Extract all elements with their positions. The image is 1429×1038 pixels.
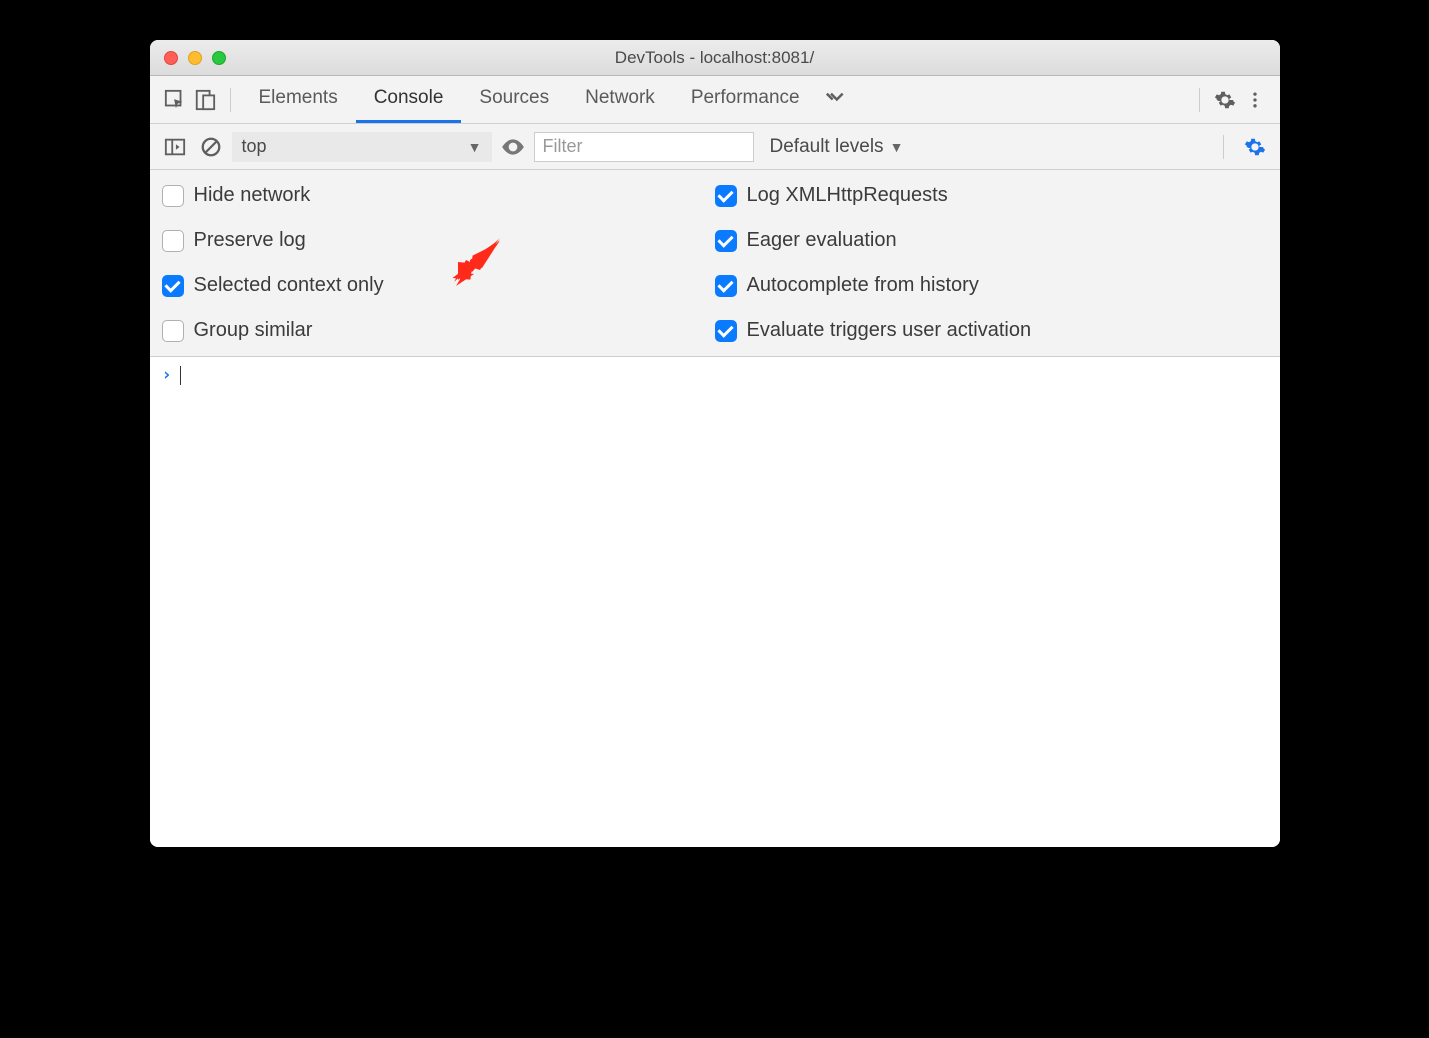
devtools-window: DevTools - localhost:8081/ Elements Cons… [150, 40, 1280, 847]
main-toolbar: Elements Console Sources Network Perform… [150, 76, 1280, 124]
live-expression-icon[interactable] [498, 132, 528, 162]
window-title: DevTools - localhost:8081/ [150, 48, 1280, 68]
sidebar-toggle-icon[interactable] [160, 132, 190, 162]
checkbox[interactable] [162, 230, 184, 252]
device-toolbar-icon[interactable] [190, 85, 220, 115]
log-levels-selector[interactable]: Default levels ▼ [760, 136, 914, 158]
setting-autocomplete-history[interactable]: Autocomplete from history [715, 274, 1268, 297]
tab-elements[interactable]: Elements [241, 76, 356, 123]
setting-eager-evaluation[interactable]: Eager evaluation [715, 229, 1268, 252]
kebab-menu-icon[interactable] [1240, 85, 1270, 115]
console-output[interactable]: › [150, 357, 1280, 847]
more-tabs-icon[interactable] [818, 87, 854, 113]
setting-label: Preserve log [194, 229, 306, 252]
checkbox[interactable] [715, 320, 737, 342]
settings-gear-icon[interactable] [1210, 85, 1240, 115]
console-prompt[interactable]: › [162, 365, 1268, 385]
setting-hide-network[interactable]: Hide network [162, 184, 715, 207]
clear-console-icon[interactable] [196, 132, 226, 162]
inspect-element-icon[interactable] [160, 85, 190, 115]
titlebar: DevTools - localhost:8081/ [150, 40, 1280, 76]
tab-network[interactable]: Network [567, 76, 673, 123]
checkbox[interactable] [715, 230, 737, 252]
setting-label: Hide network [194, 184, 311, 207]
tab-sources[interactable]: Sources [461, 76, 567, 123]
setting-evaluate-user-activation[interactable]: Evaluate triggers user activation [715, 319, 1268, 342]
setting-label: Group similar [194, 319, 313, 342]
setting-label: Selected context only [194, 274, 384, 297]
setting-selected-context-only[interactable]: Selected context only [162, 274, 715, 297]
filter-input[interactable] [534, 132, 754, 162]
prompt-chevron-icon: › [162, 365, 172, 385]
tab-label: Elements [259, 87, 338, 109]
divider [230, 88, 231, 112]
chevron-down-icon: ▼ [468, 139, 482, 155]
setting-label: Log XMLHttpRequests [747, 184, 948, 207]
panel-tabs: Elements Console Sources Network Perform… [241, 76, 818, 123]
divider [1199, 88, 1200, 112]
setting-label: Eager evaluation [747, 229, 897, 252]
checkbox[interactable] [162, 275, 184, 297]
setting-label: Evaluate triggers user activation [747, 319, 1032, 342]
tab-label: Performance [691, 87, 800, 109]
console-settings-panel: Hide network Preserve log Selected conte… [150, 170, 1280, 357]
settings-column-left: Hide network Preserve log Selected conte… [162, 184, 715, 342]
chevron-down-icon: ▼ [890, 139, 904, 155]
tab-performance[interactable]: Performance [673, 76, 818, 123]
setting-group-similar[interactable]: Group similar [162, 319, 715, 342]
divider [1223, 135, 1224, 159]
checkbox[interactable] [715, 275, 737, 297]
setting-preserve-log[interactable]: Preserve log [162, 229, 715, 252]
settings-column-right: Log XMLHttpRequests Eager evaluation Aut… [715, 184, 1268, 342]
tab-label: Network [585, 87, 655, 109]
checkbox[interactable] [162, 185, 184, 207]
context-value: top [242, 136, 267, 157]
checkbox[interactable] [715, 185, 737, 207]
tab-label: Sources [479, 87, 549, 109]
console-toolbar: top ▼ Default levels ▼ [150, 124, 1280, 170]
console-settings-gear-icon[interactable] [1240, 132, 1270, 162]
levels-label: Default levels [770, 136, 884, 158]
setting-log-xhr[interactable]: Log XMLHttpRequests [715, 184, 1268, 207]
tab-label: Console [374, 87, 444, 109]
setting-label: Autocomplete from history [747, 274, 979, 297]
checkbox[interactable] [162, 320, 184, 342]
tab-console[interactable]: Console [356, 76, 462, 123]
context-selector[interactable]: top ▼ [232, 132, 492, 162]
text-cursor [180, 366, 181, 385]
